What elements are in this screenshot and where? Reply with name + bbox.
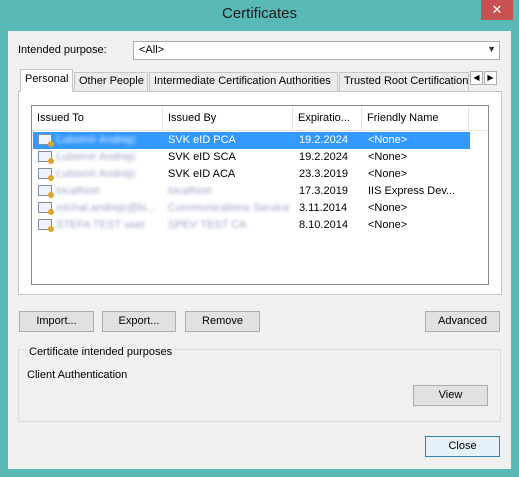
issued-to-cell: Ľubomír Andrejc — [56, 134, 137, 146]
friendly-name-cell: <None> — [368, 134, 408, 146]
personal-tab-panel: Issued To Issued By Expiratio... Friendl… — [18, 91, 502, 295]
issued-to-cell: ŠTEFA TEST user — [56, 219, 146, 231]
certificate-row[interactable]: michal.andrejc@lo... Communications Serv… — [33, 200, 470, 217]
import-button[interactable]: Import... — [19, 311, 94, 332]
intended-purpose-value: <All> — [139, 44, 165, 56]
issued-to-cell: michal.andrejc@lo... — [56, 202, 156, 214]
remove-button[interactable]: Remove — [185, 311, 260, 332]
window-title: Certificates — [221, 5, 298, 22]
certificate-row[interactable]: Ľubomír Andrejc SVK eID SCA 19.2.2024 <N… — [33, 149, 470, 166]
expiration-cell: 23.3.2019 — [299, 168, 348, 180]
issued-to-cell: localhost — [56, 185, 100, 197]
intended-purpose-label: Intended purpose: — [18, 44, 107, 56]
column-issued-by[interactable]: Issued By — [163, 106, 293, 130]
advanced-button[interactable]: Advanced — [425, 311, 500, 332]
issued-by-cell: Communications Service — [168, 202, 290, 214]
issued-by-cell: SPEV TEST CA — [168, 219, 247, 231]
issued-by-cell: SVK eID ACA — [168, 168, 236, 180]
tab-intermediate-ca[interactable]: Intermediate Certification Authorities — [149, 72, 338, 91]
dialog-body: Intended purpose: <All> ▼ Personal Other… — [8, 31, 511, 469]
certificates-window: Certificates ✕ Intended purpose: <All> ▼… — [0, 0, 519, 477]
certificate-icon — [38, 219, 54, 232]
issued-by-cell: SVK eID SCA — [168, 151, 236, 163]
intended-purposes-value: Client Authentication — [27, 369, 128, 381]
friendly-name-cell: <None> — [368, 168, 408, 180]
expiration-cell: 19.2.2024 — [299, 151, 348, 163]
issued-by-cell: SVK eID PCA — [168, 134, 236, 146]
certificate-row[interactable]: ŠTEFA TEST user SPEV TEST CA 8.10.2014 <… — [33, 217, 470, 234]
list-header: Issued To Issued By Expiratio... Friendl… — [32, 106, 488, 131]
column-friendly-name[interactable]: Friendly Name — [362, 106, 469, 130]
issued-to-cell: Ľubomír Andrejc — [56, 168, 137, 180]
export-button[interactable]: Export... — [102, 311, 176, 332]
tab-trusted-root-ca[interactable]: Trusted Root Certification Authorities — [339, 72, 469, 91]
friendly-name-cell: IIS Express Dev... — [368, 185, 456, 197]
certificate-icon — [38, 134, 54, 147]
tab-scroll-right-button[interactable]: ▶ — [484, 71, 497, 85]
certificate-row[interactable]: Ľubomír Andrejc SVK eID PCA 19.2.2024 <N… — [33, 132, 470, 149]
issued-by-cell: localhost — [168, 185, 212, 197]
certificate-row[interactable]: localhost localhost 17.3.2019 IIS Expres… — [33, 183, 470, 200]
expiration-cell: 3.11.2014 — [299, 202, 348, 214]
issued-to-cell: Ľubomír Andrejc — [56, 151, 137, 163]
tab-personal[interactable]: Personal — [20, 69, 73, 92]
view-button[interactable]: View — [413, 385, 488, 406]
certificate-icon — [38, 202, 54, 215]
certificate-icon — [38, 185, 54, 198]
title-bar: Certificates ✕ — [0, 0, 519, 30]
certificate-icon — [38, 168, 54, 181]
expiration-cell: 17.3.2019 — [299, 185, 348, 197]
tab-other-people[interactable]: Other People — [74, 72, 148, 91]
intended-purpose-dropdown[interactable]: <All> ▼ — [133, 41, 500, 60]
tab-scroll-left-button[interactable]: ◀ — [470, 71, 483, 85]
certificate-icon — [38, 151, 54, 164]
column-issued-to[interactable]: Issued To — [32, 106, 163, 130]
friendly-name-cell: <None> — [368, 219, 408, 231]
certificate-list[interactable]: Issued To Issued By Expiratio... Friendl… — [31, 105, 489, 285]
close-window-button[interactable]: ✕ — [481, 0, 513, 20]
friendly-name-cell: <None> — [368, 202, 408, 214]
certificate-row[interactable]: Ľubomír Andrejc SVK eID ACA 23.3.2019 <N… — [33, 166, 470, 183]
friendly-name-cell: <None> — [368, 151, 408, 163]
close-button[interactable]: Close — [425, 436, 500, 457]
chevron-down-icon: ▼ — [487, 44, 496, 54]
expiration-cell: 8.10.2014 — [299, 219, 348, 231]
column-expiration[interactable]: Expiratio... — [293, 106, 362, 130]
intended-purposes-title: Certificate intended purposes — [27, 346, 175, 358]
expiration-cell: 19.2.2024 — [299, 134, 348, 146]
